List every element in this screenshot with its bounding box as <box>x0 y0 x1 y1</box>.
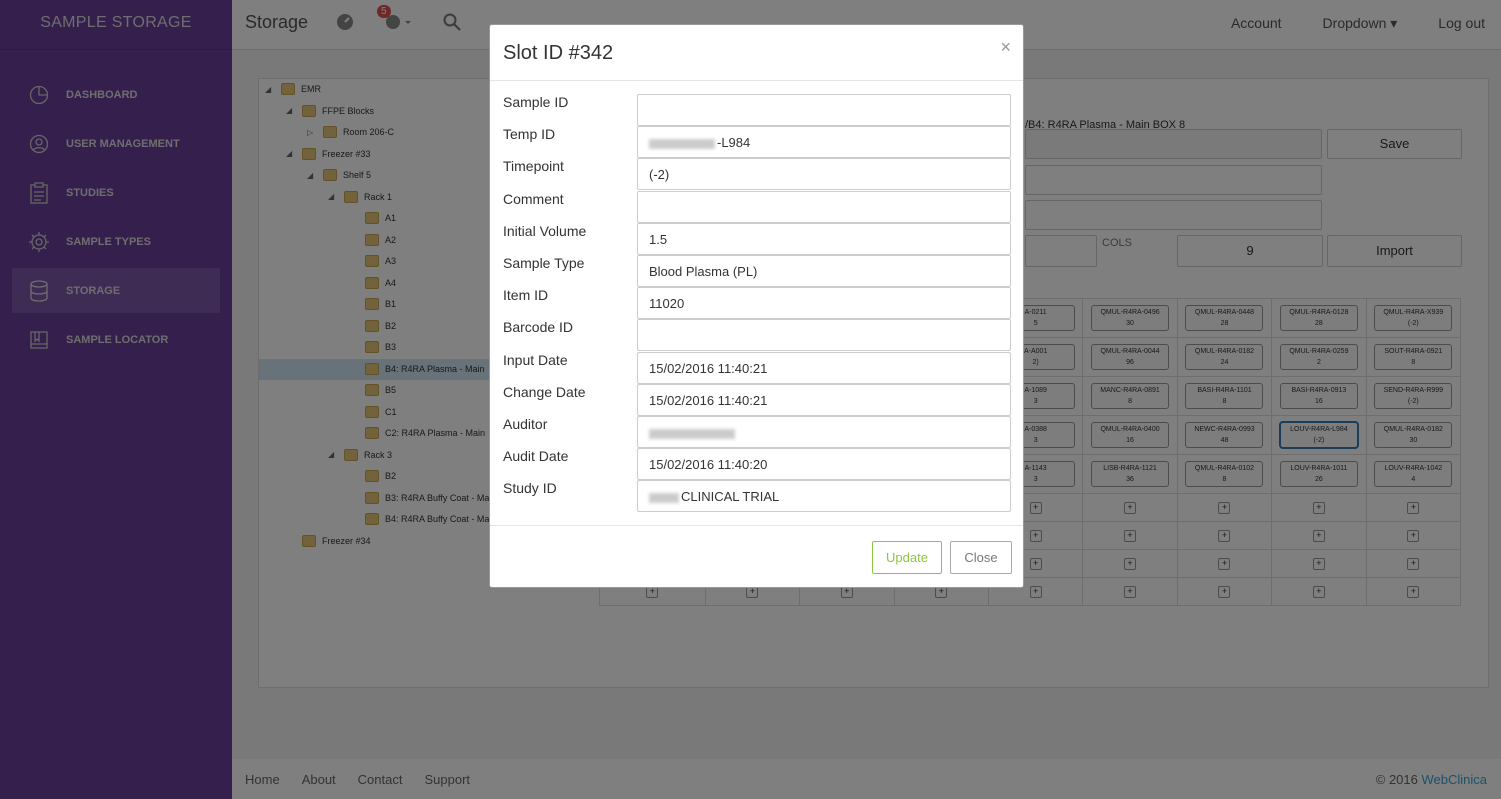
redacted-text <box>649 138 715 149</box>
field-input[interactable] <box>637 319 1011 352</box>
field-label: Initial Volume <box>503 222 587 239</box>
field-input[interactable]: (-2) <box>637 158 1011 191</box>
form-row: Audit Date 15/02/2016 11:40:20 <box>503 448 1011 481</box>
field-value: 15/02/2016 11:40:21 <box>649 360 768 376</box>
field-input[interactable]: 1.5 <box>637 222 1011 255</box>
form-row: Item ID 11020 <box>503 287 1011 320</box>
field-label: Study ID <box>503 480 557 497</box>
form-row: Barcode ID <box>503 319 1011 352</box>
field-value: 15/02/2016 11:40:21 <box>649 392 768 408</box>
field-label: Audit Date <box>503 448 569 465</box>
field-label: Input Date <box>503 351 568 368</box>
field-input[interactable]: 15/02/2016 11:40:21 <box>637 351 1011 384</box>
field-input[interactable]: 15/02/2016 11:40:21 <box>637 383 1011 416</box>
field-value: 1.5 <box>649 231 668 247</box>
field-label: Barcode ID <box>503 319 574 336</box>
field-input[interactable]: 15/02/2016 11:40:20 <box>637 448 1011 481</box>
form-row: Temp ID -L984 <box>503 126 1011 159</box>
redacted-text <box>649 428 735 439</box>
close-button[interactable]: Close <box>950 541 1012 574</box>
form-row: Study ID CLINICAL TRIAL <box>503 480 1011 513</box>
field-input[interactable] <box>637 94 1011 126</box>
field-input[interactable] <box>637 416 1011 448</box>
field-label: Timepoint <box>503 158 564 175</box>
form-row: Sample ID <box>503 94 1011 126</box>
field-label: Comment <box>503 190 564 207</box>
field-value: (-2) <box>649 167 670 183</box>
field-label: Auditor <box>503 416 548 432</box>
form-row: Initial Volume 1.5 <box>503 222 1011 255</box>
field-value: Blood Plasma (PL) <box>649 264 758 279</box>
field-label: Item ID <box>503 287 549 304</box>
field-value: 11020 <box>649 296 685 312</box>
field-input[interactable]: -L984 <box>637 126 1011 159</box>
field-label: Change Date <box>503 383 586 400</box>
field-value: 15/02/2016 11:40:20 <box>649 457 768 473</box>
field-input[interactable]: Blood Plasma (PL) <box>637 255 1011 287</box>
form-row: Auditor <box>503 416 1011 448</box>
form-row: Timepoint (-2) <box>503 158 1011 191</box>
modal-header: Slot ID #342 × <box>490 25 1023 81</box>
form-row: Input Date 15/02/2016 11:40:21 <box>503 351 1011 384</box>
modal-footer: Update Close <box>490 525 1023 587</box>
field-value: -L984 <box>717 135 751 151</box>
close-icon[interactable]: × <box>1000 37 1011 58</box>
field-input[interactable] <box>637 190 1011 223</box>
form-row: Sample Type Blood Plasma (PL) <box>503 255 1011 287</box>
redacted-text <box>649 492 679 503</box>
field-label: Sample ID <box>503 94 569 110</box>
field-label: Sample Type <box>503 255 585 271</box>
field-value: CLINICAL TRIAL <box>681 489 780 505</box>
field-input[interactable]: CLINICAL TRIAL <box>637 480 1011 513</box>
update-button[interactable]: Update <box>872 541 942 574</box>
modal-title: Slot ID #342 <box>503 42 614 64</box>
form-row: Comment <box>503 190 1011 223</box>
field-input[interactable]: 11020 <box>637 287 1011 320</box>
form-row: Change Date 15/02/2016 11:40:21 <box>503 383 1011 416</box>
field-label: Temp ID <box>503 126 556 143</box>
slot-modal: Slot ID #342 × Sample ID Temp ID -L984 Time… <box>489 24 1024 588</box>
